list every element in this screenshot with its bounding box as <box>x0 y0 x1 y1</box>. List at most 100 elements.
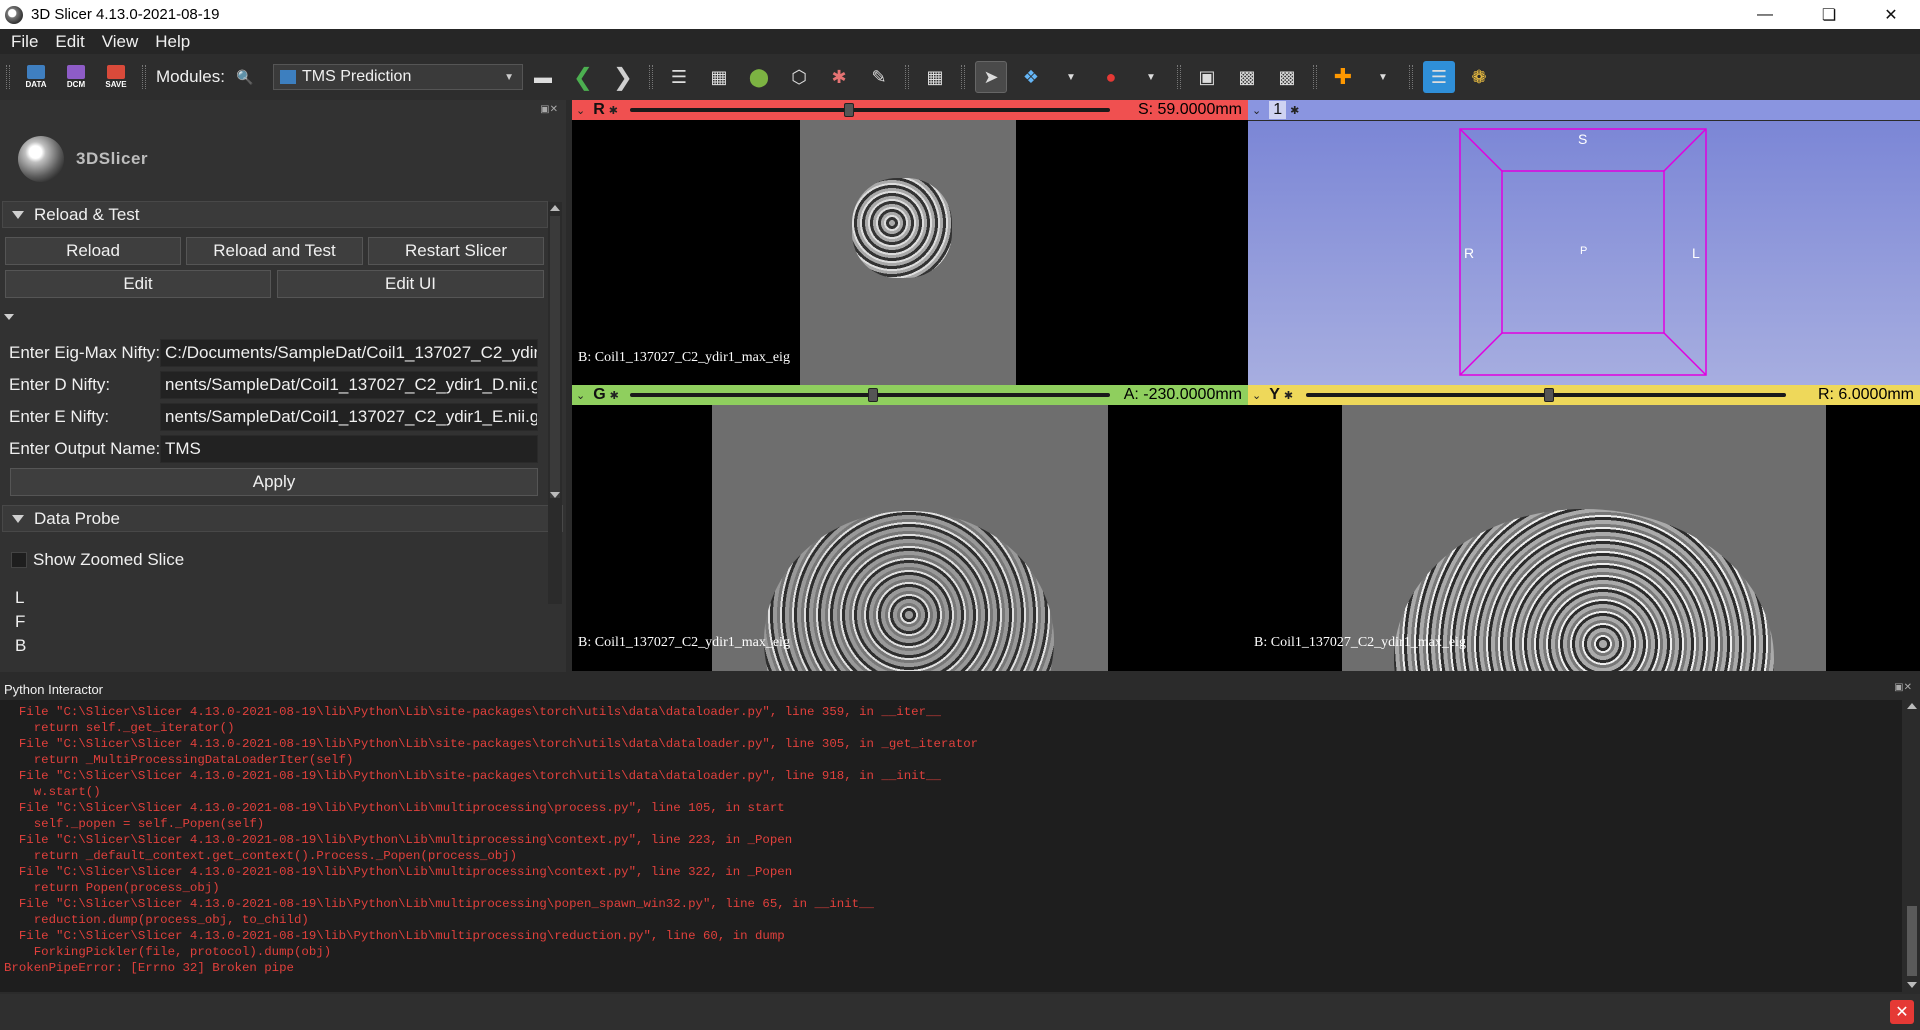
link-icon[interactable]: ✱ <box>1290 104 1299 117</box>
toolbar-separator <box>6 65 10 89</box>
console-line: BrokenPipeError: [Errno 32] Broken pipe <box>4 961 294 975</box>
reload-test-section-header[interactable]: Reload & Test <box>2 201 548 228</box>
data-module-icon[interactable]: ☰ <box>663 61 695 93</box>
console-line: return _default_context.get_context().Pr… <box>4 849 518 863</box>
scrollbar-thumb[interactable] <box>550 216 560 498</box>
green-slice-view[interactable]: B: Coil1_137027_C2_ydir1_max_eig <box>572 405 1248 671</box>
apply-button[interactable]: Apply <box>10 468 538 496</box>
data-icon <box>27 65 45 79</box>
window-title: 3D Slicer 4.13.0-2021-08-19 <box>31 6 220 23</box>
red-slice-slider-handle[interactable] <box>844 103 854 117</box>
probe-layer-b: B <box>15 636 27 655</box>
yellow-slice-slider-handle[interactable] <box>1544 388 1554 402</box>
restart-slicer-button[interactable]: Restart Slicer <box>368 237 544 265</box>
python-dock-controls-icon[interactable]: ▣✕ <box>1894 682 1912 693</box>
orientation-l-label: L <box>1692 245 1700 261</box>
save-icon <box>107 65 125 79</box>
chevron-down-icon[interactable]: ▼ <box>1135 61 1167 93</box>
scroll-up-icon[interactable] <box>550 205 560 211</box>
output-name-input[interactable]: TMS <box>160 435 538 463</box>
menu-edit[interactable]: Edit <box>44 32 90 52</box>
python-console[interactable]: File "C:\Slicer\Slicer 4.13.0-2021-08-19… <box>0 700 1902 992</box>
pin-icon[interactable]: ⌄ <box>1252 389 1261 402</box>
show-zoomed-slice-label: Show Zoomed Slice <box>33 550 185 569</box>
edit-ui-button[interactable]: Edit UI <box>277 270 544 298</box>
scroll-down-icon[interactable] <box>1907 982 1917 988</box>
eig-max-input[interactable]: C:/Documents/SampleDat/Coil1_137027_C2_y… <box>160 339 538 367</box>
python-icon[interactable]: ❁ <box>1463 61 1495 93</box>
dcm-label: DCM <box>66 80 86 89</box>
console-line: File "C:\Slicer\Slicer 4.13.0-2021-08-19… <box>4 833 793 847</box>
models-module-icon[interactable]: ⬤ <box>743 61 775 93</box>
threed-view[interactable]: S R L P <box>1248 121 1920 385</box>
markup-point-icon[interactable]: ● <box>1095 61 1127 93</box>
green-slice-slider-handle[interactable] <box>868 388 878 402</box>
crosshair-icon[interactable]: ✚ <box>1327 61 1359 93</box>
link-icon[interactable]: ✱ <box>1284 389 1293 402</box>
console-line: File "C:\Slicer\Slicer 4.13.0-2021-08-19… <box>4 737 979 751</box>
restore-icon[interactable]: ❏ <box>1800 0 1858 29</box>
save-button[interactable]: SAVE <box>100 61 132 93</box>
pin-icon[interactable]: ⌄ <box>576 104 585 117</box>
back-arrow-icon[interactable]: ❮ <box>567 61 599 93</box>
markups-module-icon[interactable]: ✱ <box>823 61 855 93</box>
scroll-down-icon[interactable] <box>550 492 560 498</box>
module-search-icon[interactable]: 🔍 <box>229 61 261 93</box>
scroll-up-icon[interactable] <box>1907 703 1917 709</box>
d-nifty-label: Enter D Nifty: <box>9 375 111 394</box>
output-name-label: Enter Output Name: <box>9 439 161 458</box>
dicom-button[interactable]: DCM <box>60 61 92 93</box>
module-selector[interactable]: TMS Prediction ▼ <box>272 64 523 90</box>
layout-icon[interactable]: ▦ <box>919 61 951 93</box>
console-line: File "C:\Slicer\Slicer 4.13.0-2021-08-19… <box>4 929 785 943</box>
console-line: return _MultiProcessingDataLoaderIter(se… <box>4 753 354 767</box>
toolbar-separator <box>960 65 965 89</box>
red-slice-slider-track[interactable] <box>630 108 1110 112</box>
menu-view[interactable]: View <box>91 32 145 52</box>
module-history-icon[interactable]: ▬ <box>527 61 559 93</box>
view-transform-icon[interactable]: ➤ <box>974 61 1007 93</box>
red-slice-view[interactable]: B: Coil1_137027_C2_ydir1_max_eig <box>572 120 1248 385</box>
volumes-module-icon[interactable]: ▦ <box>703 61 735 93</box>
place-fiducial-icon[interactable]: ❖ <box>1015 61 1047 93</box>
data-label: DATA <box>25 80 47 89</box>
green-slice-controller: ⌄ G ✱ A: -230.0000mm <box>572 385 1248 405</box>
scrollbar-thumb[interactable] <box>1907 906 1917 976</box>
transforms-module-icon[interactable]: ⬡ <box>783 61 815 93</box>
chevron-down-icon[interactable]: ▼ <box>1055 61 1087 93</box>
data-probe-section-header[interactable]: Data Probe <box>2 505 563 532</box>
parameters-collapse-icon[interactable] <box>4 314 14 320</box>
load-data-button[interactable]: DATA <box>20 61 52 93</box>
extensions-icon[interactable]: ▩ <box>1271 61 1303 93</box>
edit-button[interactable]: Edit <box>5 270 271 298</box>
red-slice-image <box>800 120 1016 385</box>
pin-icon[interactable]: ⌄ <box>576 389 585 402</box>
reload-button[interactable]: Reload <box>5 237 181 265</box>
reload-and-test-button[interactable]: Reload and Test <box>186 237 363 265</box>
yellow-slice-view[interactable]: B: Coil1_137027_C2_ydir1_max_eig <box>1248 405 1920 671</box>
console-line: return self._get_iterator() <box>4 721 235 735</box>
e-nifty-label: Enter E Nifty: <box>9 407 110 426</box>
menu-help[interactable]: Help <box>144 32 196 52</box>
e-nifty-input[interactable]: nents/SampleDat/Coil1_137027_C2_ydir1_E.… <box>160 403 538 431</box>
forward-arrow-icon[interactable]: ❯ <box>607 61 639 93</box>
editor-module-icon[interactable]: ✎ <box>863 61 895 93</box>
d-nifty-input[interactable]: nents/SampleDat/Coil1_137027_C2_ydir1_D.… <box>160 371 538 399</box>
module-panel-scrollbar[interactable] <box>548 202 562 604</box>
close-icon[interactable]: ✕ <box>1862 0 1920 29</box>
python-console-scrollbar[interactable] <box>1904 700 1920 992</box>
pin-icon[interactable]: ⌄ <box>1252 104 1261 117</box>
error-log-icon[interactable]: ✕ <box>1890 1000 1914 1024</box>
dock-controls-icon[interactable]: ▣✕ <box>540 104 558 115</box>
screenshot-icon[interactable]: ▣ <box>1191 61 1223 93</box>
threed-view-controller: ⌄ 1 ✱ <box>1248 100 1920 120</box>
menu-file[interactable]: File <box>0 32 44 52</box>
minimize-icon[interactable]: — <box>1736 0 1794 29</box>
console-line: File "C:\Slicer\Slicer 4.13.0-2021-08-19… <box>4 897 874 911</box>
link-icon[interactable]: ✱ <box>610 389 619 402</box>
scene-view-icon[interactable]: ▩ <box>1231 61 1263 93</box>
link-icon[interactable]: ✱ <box>609 104 618 117</box>
show-zoomed-slice-checkbox[interactable] <box>11 552 27 568</box>
extension-manager-icon[interactable]: ☰ <box>1422 61 1455 93</box>
chevron-down-icon[interactable]: ▼ <box>1367 61 1399 93</box>
